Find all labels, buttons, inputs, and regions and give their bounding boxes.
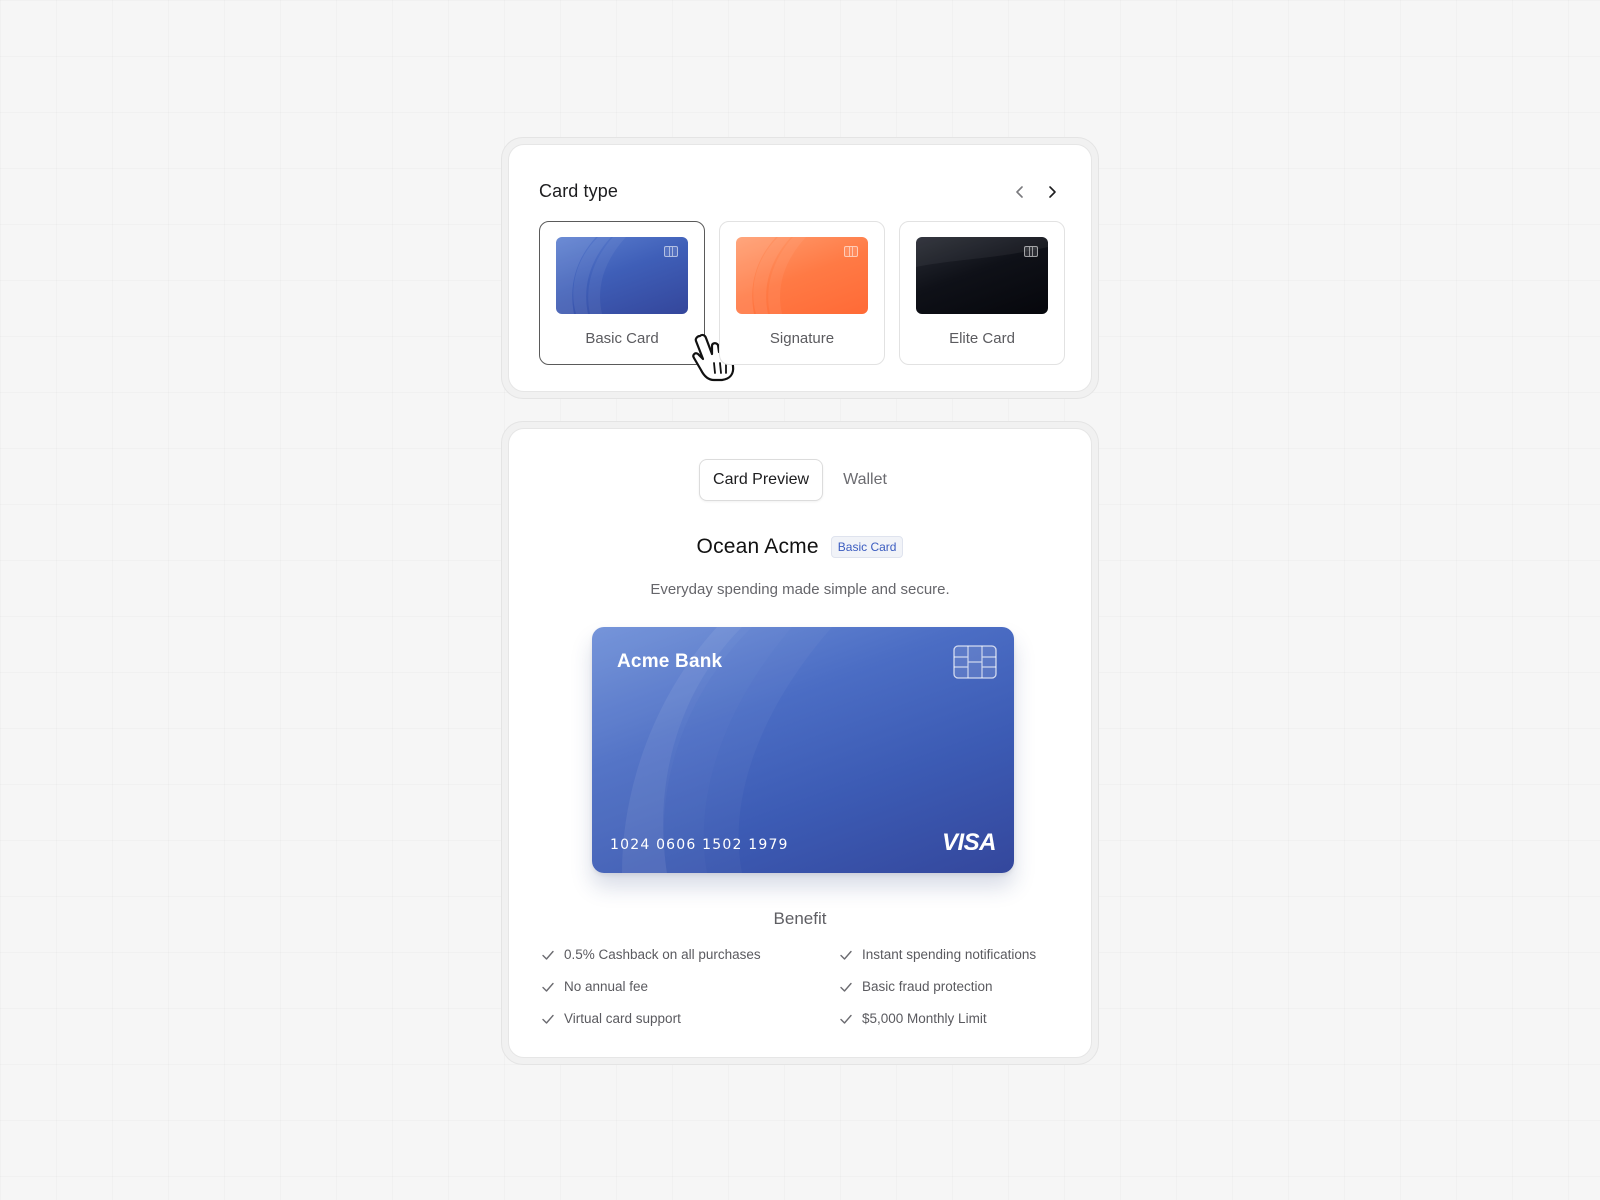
card-type-header: Card type bbox=[539, 181, 1061, 202]
benefit-item: Basic fraud protection bbox=[839, 977, 1069, 996]
card-number: 1024 0606 1502 1979 bbox=[610, 837, 789, 853]
card-option-elite[interactable]: Elite Card bbox=[899, 221, 1065, 365]
card-type-nav bbox=[1011, 183, 1061, 201]
check-icon bbox=[542, 982, 554, 992]
check-icon bbox=[542, 950, 554, 960]
benefit-item: 0.5% Cashback on all purchases bbox=[541, 945, 839, 964]
card-option-basic[interactable]: Basic Card bbox=[539, 221, 735, 382]
product-name: Ocean Acme bbox=[696, 535, 819, 558]
bank-name: Acme Bank bbox=[617, 651, 723, 672]
basic-card-thumbnail bbox=[556, 237, 688, 314]
benefit-item: Virtual card support bbox=[541, 1009, 839, 1028]
card-type-panel: Card type Basic Card Signature Elite Car… bbox=[508, 144, 1092, 392]
card-option-label: Elite Card bbox=[949, 330, 1015, 347]
benefit-text: No annual fee bbox=[564, 979, 649, 994]
tab-card-preview[interactable]: Card Preview bbox=[699, 459, 824, 501]
benefit-text: Instant spending notifications bbox=[862, 947, 1037, 962]
benefit-text: Basic fraud protection bbox=[862, 979, 993, 994]
check-icon bbox=[840, 1014, 852, 1024]
card-preview-panel: Card Preview Wallet Ocean Acme Basic Car… bbox=[508, 428, 1092, 1058]
signature-card-thumbnail bbox=[736, 237, 868, 314]
card-type-options: Basic Card Signature Elite Card bbox=[539, 221, 1065, 382]
elite-card-thumbnail bbox=[916, 237, 1048, 314]
check-icon bbox=[840, 950, 852, 960]
check-icon bbox=[840, 982, 852, 992]
chevron-left-icon bbox=[1016, 185, 1023, 198]
prev-button[interactable] bbox=[1011, 183, 1029, 201]
card-tier-badge: Basic Card bbox=[830, 536, 904, 558]
check-icon bbox=[542, 1014, 554, 1024]
card-option-label: Basic Card bbox=[585, 330, 659, 347]
chip-icon bbox=[664, 246, 678, 257]
chip-icon bbox=[1024, 246, 1038, 257]
visa-logo: VISA bbox=[941, 829, 997, 856]
benefit-item: $5,000 Monthly Limit bbox=[839, 1009, 1069, 1028]
preview-tabs: Card Preview Wallet bbox=[509, 459, 1091, 501]
tab-wallet[interactable]: Wallet bbox=[829, 459, 901, 501]
benefit-text: $5,000 Monthly Limit bbox=[862, 1011, 987, 1026]
card-option-label: Signature bbox=[769, 330, 835, 347]
product-tagline: Everyday spending made simple and secure… bbox=[650, 581, 950, 598]
product-heading: Ocean Acme Basic Card bbox=[509, 535, 1091, 559]
benefit-text: 0.5% Cashback on all purchases bbox=[564, 947, 761, 962]
next-button[interactable] bbox=[1043, 183, 1061, 201]
chip-icon bbox=[844, 246, 858, 257]
card-type-panel-shell: Card type Basic Card Signature Elite Car… bbox=[501, 137, 1099, 399]
chip-icon bbox=[953, 645, 997, 679]
chevron-right-icon bbox=[1049, 185, 1056, 198]
benefit-item: Instant spending notifications bbox=[839, 945, 1069, 964]
card-preview-panel-shell: Card Preview Wallet Ocean Acme Basic Car… bbox=[501, 421, 1099, 1065]
benefit-item: No annual fee bbox=[541, 977, 839, 996]
card-type-title: Card type bbox=[539, 181, 618, 201]
benefit-list: 0.5% Cashback on all purchases Instant s… bbox=[541, 945, 1069, 1028]
benefit-text: Virtual card support bbox=[564, 1011, 681, 1026]
benefit-title: Benefit bbox=[773, 909, 827, 928]
card-preview-image: Acme Bank 1024 0606 1502 1979 VISA bbox=[592, 627, 1014, 873]
card-option-signature[interactable]: Signature bbox=[719, 221, 885, 365]
